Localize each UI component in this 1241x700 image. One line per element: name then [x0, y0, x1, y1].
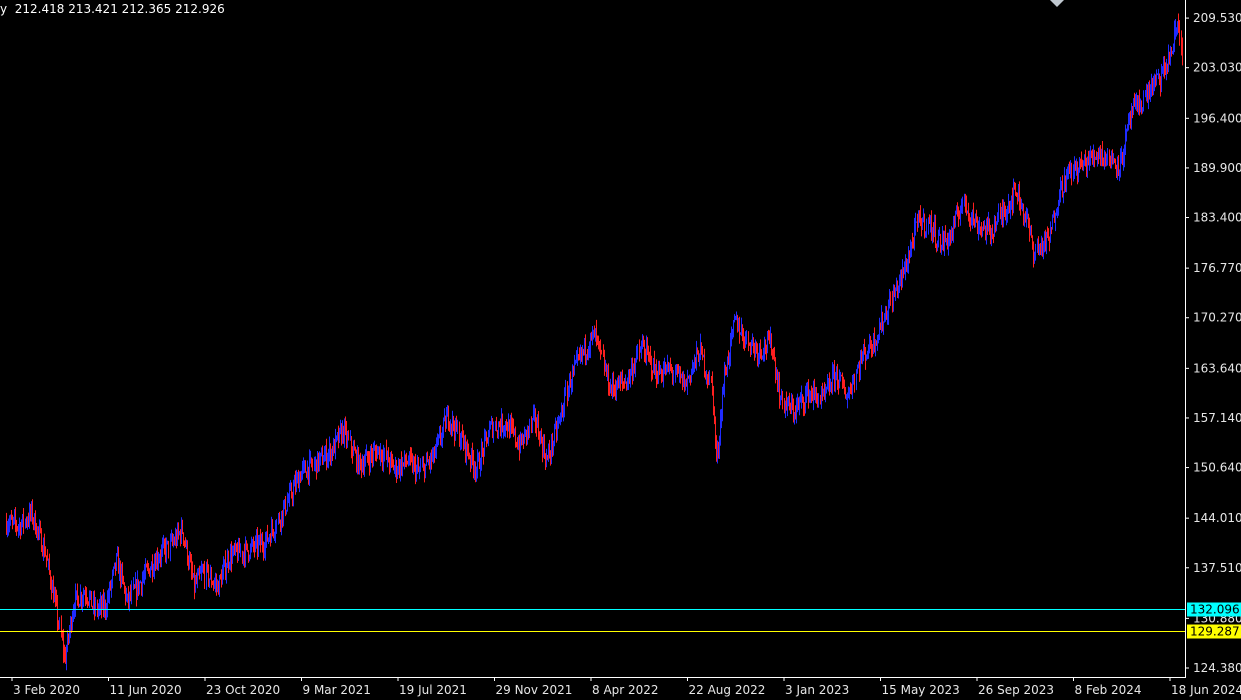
price-tag-label: 129.287 [1190, 625, 1240, 639]
time-tick-label: 8 Apr 2022 [592, 683, 659, 697]
time-tick-label: 22 Aug 2022 [689, 683, 766, 697]
time-tick-label: 8 Feb 2024 [1075, 683, 1142, 697]
price-chart[interactable]: 124.380130.880137.510144.010150.640157.1… [0, 0, 1241, 700]
shift-marker-icon[interactable] [1050, 0, 1064, 7]
price-tick-label: 183.400 [1193, 211, 1241, 225]
time-tick-label: 3 Feb 2020 [13, 683, 80, 697]
time-tick-label: 19 Jul 2021 [399, 683, 467, 697]
price-tick-label: 163.640 [1193, 361, 1241, 375]
price-tick-label: 189.900 [1193, 161, 1241, 175]
price-tick-label: 209.530 [1193, 11, 1241, 25]
price-axis: 124.380130.880137.510144.010150.640157.1… [1185, 11, 1241, 675]
price-tick-label: 196.400 [1193, 111, 1241, 125]
price-tag-label: 132.096 [1190, 603, 1240, 617]
time-tick-label: 18 Jun 2024 [1171, 683, 1241, 697]
time-tick-label: 23 Oct 2020 [206, 683, 280, 697]
price-tick-label: 150.640 [1193, 461, 1241, 475]
time-tick-label: 26 Sep 2023 [978, 683, 1054, 697]
price-tick-label: 176.770 [1193, 261, 1241, 275]
time-tick-label: 29 Nov 2021 [496, 683, 573, 697]
price-tick-label: 170.270 [1193, 311, 1241, 325]
price-tick-label: 124.380 [1193, 661, 1241, 675]
time-tick-label: 3 Jan 2023 [785, 683, 849, 697]
time-axis: 3 Feb 2020 11 Jun 2020 23 Oct 2020 9 Mar 20… [11, 677, 1241, 697]
price-tick-label: 203.030 [1193, 61, 1241, 75]
time-tick-label: 15 May 2023 [882, 683, 960, 697]
ohlc-bars [6, 13, 1183, 671]
price-tick-label: 137.510 [1193, 561, 1241, 575]
horizontal-lines [0, 609, 1185, 632]
price-tick-label: 157.140 [1193, 411, 1241, 425]
time-tick-label: 9 Mar 2021 [303, 683, 371, 697]
price-tick-label: 144.010 [1193, 511, 1241, 525]
time-tick-label: 11 Jun 2020 [110, 683, 182, 697]
